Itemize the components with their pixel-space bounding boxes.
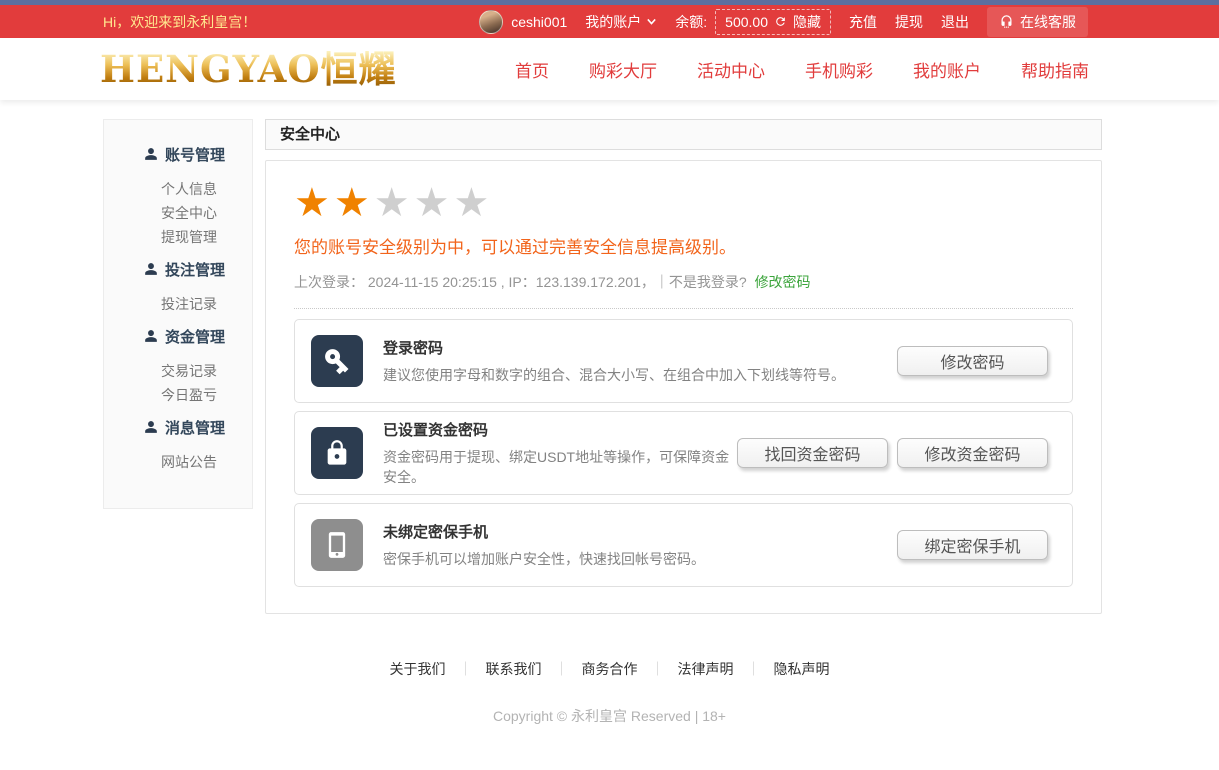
ip-value: 123.139.172.201: [536, 274, 641, 290]
sidebar-item-site-announcements[interactable]: 网站公告: [104, 450, 252, 474]
sidebar-group-label: 投注管理: [165, 259, 225, 280]
online-service-label: 在线客服: [1020, 12, 1076, 32]
login-password-card: 登录密码 建议您使用字母和数字的组合、混合大小写、在组合中加入下划线等符号。 修…: [294, 319, 1073, 403]
sidebar-group-funds[interactable]: 资金管理: [104, 324, 252, 348]
bind-phone-button[interactable]: 绑定密保手机: [897, 530, 1048, 560]
online-service-button[interactable]: 在线客服: [987, 7, 1088, 37]
dotted-divider: [294, 308, 1073, 309]
footer-privacy[interactable]: 隐私声明: [774, 661, 830, 677]
change-fund-password-button[interactable]: 修改资金密码: [897, 438, 1048, 468]
nav-activity-center[interactable]: 活动中心: [697, 57, 765, 82]
star-empty-icon: ★: [453, 181, 493, 225]
footer-contact[interactable]: 联系我们: [486, 661, 542, 677]
site-header: HENGYAO恒耀 首页 购彩大厅 活动中心 手机购彩 我的账户 帮助指南: [0, 38, 1219, 100]
logout-link[interactable]: 退出: [941, 12, 969, 32]
ip-label: , IP：: [497, 274, 536, 290]
withdraw-link[interactable]: 提现: [895, 12, 923, 32]
change-password-link[interactable]: 修改密码: [755, 274, 811, 290]
nav-my-account[interactable]: 我的账户: [913, 57, 981, 82]
copyright-text: Copyright © 永利皇宫 Reserved | 18+: [0, 706, 1219, 726]
nav-mobile-lottery[interactable]: 手机购彩: [805, 57, 873, 82]
avatar[interactable]: [479, 10, 503, 34]
star-filled-icon: ★: [334, 181, 374, 225]
sidebar-item-today-profit[interactable]: 今日盈亏: [104, 383, 252, 407]
footer-separator: ｜: [459, 661, 473, 677]
card-desc: 密保手机可以增加账户安全性，快速找回帐号密码。: [383, 549, 897, 569]
sidebar-group-betting[interactable]: 投注管理: [104, 257, 252, 281]
star-empty-icon: ★: [414, 181, 454, 225]
footer-about[interactable]: 关于我们: [390, 661, 446, 677]
user-icon: [144, 262, 158, 276]
site-logo[interactable]: HENGYAO恒耀: [100, 51, 397, 88]
security-center-panel: ★★★★★ 您的账号安全级别为中，可以通过完善安全信息提高级别。 上次登录： 2…: [265, 160, 1102, 614]
main-nav: 首页 购彩大厅 活动中心 手机购彩 我的账户 帮助指南: [515, 57, 1089, 82]
refresh-balance-icon[interactable]: [774, 15, 787, 28]
sidebar-item-personal-info[interactable]: 个人信息: [104, 177, 252, 201]
key-icon: [311, 335, 363, 387]
user-icon: [144, 329, 158, 343]
username: ceshi001: [511, 14, 567, 30]
sidebar-item-security-center[interactable]: 安全中心: [104, 201, 252, 225]
nav-home[interactable]: 首页: [515, 57, 549, 82]
page-title: 安全中心: [265, 119, 1102, 150]
footer-legal[interactable]: 法律声明: [678, 661, 734, 677]
recharge-link[interactable]: 充值: [849, 12, 877, 32]
phone-icon: [311, 519, 363, 571]
sidebar-group-label: 消息管理: [165, 417, 225, 438]
last-login-time: 2024-11-15 20:25:15: [368, 274, 497, 290]
balance-label: 余额:: [675, 12, 707, 32]
balance-cluster: 余额: 500.00 隐藏: [675, 9, 831, 35]
user-cluster: ceshi001: [479, 10, 567, 34]
card-title: 未绑定密保手机: [383, 521, 897, 542]
sidebar-group-label: 资金管理: [165, 326, 225, 347]
last-login-label: 上次登录：: [294, 274, 364, 290]
hide-balance-link[interactable]: 隐藏: [793, 12, 821, 32]
user-icon: [144, 420, 158, 434]
star-empty-icon: ★: [374, 181, 414, 225]
star-filled-icon: ★: [294, 181, 334, 225]
welcome-text: Hi，欢迎来到永利皇宫！: [103, 12, 256, 32]
last-login-line: 上次登录： 2024-11-15 20:25:15 , IP：123.139.1…: [294, 272, 1073, 292]
sidebar-group-messages[interactable]: 消息管理: [104, 415, 252, 439]
footer-separator: ｜: [555, 661, 569, 677]
lock-icon: [311, 427, 363, 479]
security-level-text: 您的账号安全级别为中，可以通过完善安全信息提高级别。: [294, 233, 1073, 258]
footer-business[interactable]: 商务合作: [582, 661, 638, 677]
card-title: 登录密码: [383, 337, 897, 358]
change-login-password-button[interactable]: 修改密码: [897, 346, 1048, 376]
card-desc: 资金密码用于提现、绑定USDT地址等操作，可保障资金安全。: [383, 447, 737, 487]
my-account-label: 我的账户: [585, 12, 641, 32]
sidebar-item-transaction-records[interactable]: 交易记录: [104, 359, 252, 383]
balance-box: 500.00 隐藏: [715, 9, 831, 35]
sidebar-item-bet-records[interactable]: 投注记录: [104, 292, 252, 316]
card-desc: 建议您使用字母和数字的组合、混合大小写、在组合中加入下划线等符号。: [383, 365, 897, 385]
recover-fund-password-button[interactable]: 找回资金密码: [737, 438, 888, 468]
headset-icon: [999, 14, 1014, 29]
sidebar-group-label: 账号管理: [165, 144, 225, 165]
footer-separator: ｜: [651, 661, 665, 677]
chevron-down-icon: [646, 16, 657, 27]
user-icon: [144, 147, 158, 161]
my-account-dropdown[interactable]: 我的账户: [585, 12, 657, 32]
fund-password-card: 已设置资金密码 资金密码用于提现、绑定USDT地址等操作，可保障资金安全。 找回…: [294, 411, 1073, 495]
footer-links: 关于我们 ｜ 联系我们 ｜ 商务合作 ｜ 法律声明 ｜ 隐私声明: [0, 659, 1219, 679]
sidebar-group-account[interactable]: 账号管理: [104, 142, 252, 166]
nav-help-guide[interactable]: 帮助指南: [1021, 57, 1089, 82]
nav-lottery-hall[interactable]: 购彩大厅: [589, 57, 657, 82]
star-rating: ★★★★★: [294, 183, 1073, 225]
card-title: 已设置资金密码: [383, 419, 737, 440]
topbar: Hi，欢迎来到永利皇宫！ ceshi001 我的账户 余额: 500.00: [0, 5, 1219, 38]
not-me-text: ，｜不是我登录?: [641, 274, 747, 290]
balance-value: 500.00: [725, 14, 768, 30]
sidebar: 账号管理 个人信息 安全中心 提现管理 投注管理 投注记录 资金管理 交: [103, 119, 253, 509]
security-phone-card: 未绑定密保手机 密保手机可以增加账户安全性，快速找回帐号密码。 绑定密保手机: [294, 503, 1073, 587]
sidebar-item-withdraw-management[interactable]: 提现管理: [104, 225, 252, 249]
footer-separator: ｜: [747, 661, 761, 677]
